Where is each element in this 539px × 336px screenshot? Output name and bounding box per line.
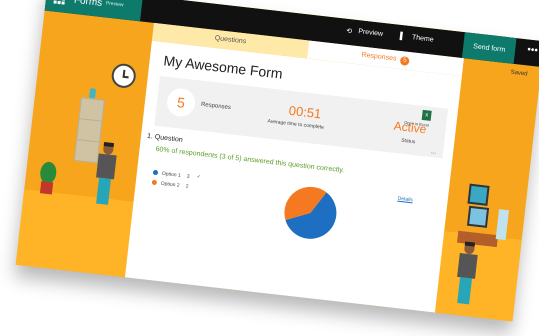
send-form-button[interactable]: Send form	[461, 32, 517, 64]
lamp-icon	[88, 88, 97, 99]
option-1-color-dot	[152, 169, 159, 176]
saved-status: Saved	[510, 69, 528, 78]
forms-window: Forms Preview ⟲ Preview ▌ Theme Send for…	[15, 0, 539, 322]
option-label: Option 1	[161, 170, 182, 179]
average-time-value: 00:51	[288, 102, 323, 122]
wall-picture-icon	[467, 183, 490, 206]
excel-icon[interactable]: x	[421, 109, 432, 121]
question-title: 1. Question	[146, 132, 184, 144]
responses-label: Responses	[200, 101, 232, 112]
option-2-color-dot	[151, 179, 158, 186]
card-more-icon[interactable]: ...	[431, 149, 437, 156]
preview-badge: Preview	[105, 0, 124, 9]
app-launcher-icon[interactable]	[53, 0, 66, 6]
theme-icon: ▌	[399, 32, 406, 41]
option-count: 3	[186, 173, 190, 180]
preview-icon: ⟲	[345, 27, 353, 36]
status-label: Status	[400, 137, 416, 146]
response-pie-chart	[284, 186, 337, 239]
option-row: Option 1 3 ✓	[152, 169, 201, 180]
correct-check-icon: ✓	[196, 173, 202, 181]
app-header: Forms Preview	[44, 0, 143, 22]
question-summary: 60% of respondents (3 of 5) answered thi…	[155, 145, 345, 175]
details-link[interactable]: Details	[397, 196, 413, 204]
office-floor-left	[15, 189, 134, 282]
preview-button[interactable]: Preview	[358, 28, 384, 38]
app-name: Forms	[73, 0, 103, 9]
plant-pot-icon	[39, 181, 54, 195]
option-row: Option 2 2	[151, 179, 189, 190]
clock-icon	[110, 62, 138, 90]
wall-picture-icon	[466, 205, 490, 228]
water-cooler-icon	[495, 209, 509, 241]
theme-button[interactable]: Theme	[412, 34, 434, 43]
responses-count-badge: 5	[399, 56, 410, 67]
option-label: Option 2	[160, 180, 180, 189]
form-title: My Awesome Form	[162, 52, 284, 82]
tab-responses-label: Responses	[361, 51, 397, 63]
more-options-icon[interactable]: •••	[527, 44, 539, 56]
option-count: 2	[185, 183, 189, 190]
summary-card: 5 Responses 00:51 Average time to comple…	[154, 75, 449, 159]
tab-questions-label: Questions	[214, 34, 247, 46]
responses-panel: My Awesome Form 5 Responses 00:51 Averag…	[123, 40, 462, 322]
responses-count: 5	[165, 86, 197, 118]
